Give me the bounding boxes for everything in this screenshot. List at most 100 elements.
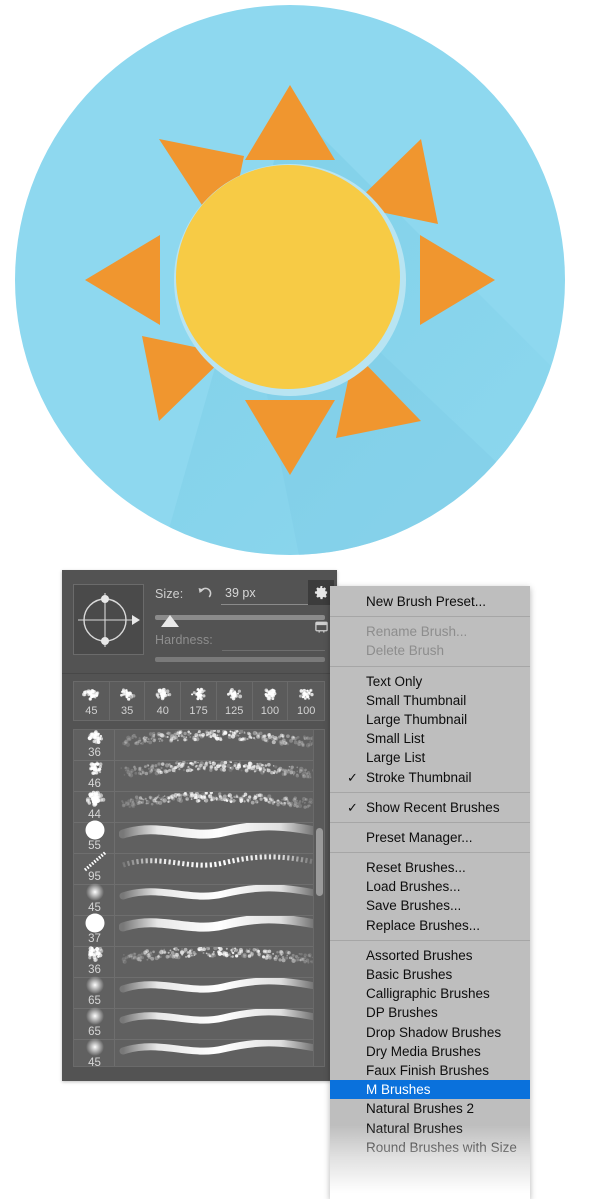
menu-item[interactable]: Calligraphic Brushes xyxy=(330,984,530,1003)
menu-item[interactable]: Assorted Brushes xyxy=(330,946,530,965)
recent-brush-item[interactable]: 125 xyxy=(217,682,253,720)
brush-preset-row[interactable]: 44 xyxy=(74,790,324,823)
recent-brush-size: 40 xyxy=(156,705,169,717)
menu-body: New Brush Preset... Rename Brush... Delete… xyxy=(330,592,530,1157)
menu-item-label: Stroke Thumbnail xyxy=(366,769,472,785)
brush-preset-list[interactable]: 36 46 44 55 95 45 37 36 65 65 45 xyxy=(73,729,325,1067)
brush-preset-row[interactable]: 95 xyxy=(74,850,324,885)
sun-illustration-svg xyxy=(15,5,565,555)
menu-separator xyxy=(330,852,530,854)
brush-tip-angle-preview[interactable] xyxy=(73,584,144,655)
recent-brush-thumbnail xyxy=(186,683,212,705)
menu-item[interactable]: Basic Brushes xyxy=(330,965,530,984)
menu-item-label: Small List xyxy=(366,731,425,747)
recent-brush-item[interactable]: 45 xyxy=(74,682,110,720)
recent-brush-thumbnail xyxy=(293,683,319,705)
menu-item[interactable]: ✓ Show Recent Brushes xyxy=(330,798,530,817)
recent-brush-item[interactable]: 40 xyxy=(145,682,182,720)
brush-list-scrollbar[interactable] xyxy=(313,730,324,1066)
size-value[interactable]: 39 px xyxy=(225,586,256,600)
menu-item[interactable]: Dry Media Brushes xyxy=(330,1042,530,1061)
recent-brush-item[interactable]: 175 xyxy=(181,682,217,720)
brush-stroke-preview xyxy=(119,947,319,972)
menu-item[interactable]: M Brushes xyxy=(330,1080,530,1100)
recent-brush-size: 175 xyxy=(189,705,208,717)
menu-item-label: Basic Brushes xyxy=(366,967,453,982)
sun-core xyxy=(176,165,400,389)
brush-stroke-preview xyxy=(118,916,320,941)
menu-item[interactable]: Large Thumbnail xyxy=(330,710,530,729)
sun-illustration xyxy=(0,0,600,560)
brush-stroke-preview xyxy=(119,761,319,786)
menu-item-label: Natural Brushes xyxy=(366,1120,463,1136)
panel-top-section: Size: 39 px Hardness: xyxy=(62,570,337,674)
recent-brush-item[interactable]: 100 xyxy=(253,682,289,720)
menu-item-label: Assorted Brushes xyxy=(366,947,473,963)
menu-item[interactable]: Large List xyxy=(330,748,530,767)
brush-stroke-preview xyxy=(119,885,319,910)
recent-brush-thumbnail xyxy=(78,683,104,705)
menu-separator xyxy=(330,821,530,823)
recent-brush-size: 125 xyxy=(225,705,244,717)
menu-item[interactable]: Preset Manager... xyxy=(330,828,530,847)
menu-item-label: Replace Brushes... xyxy=(366,917,481,933)
brush-preset-row[interactable]: 65 xyxy=(74,1007,324,1040)
brush-preset-row[interactable]: 55 xyxy=(74,820,324,854)
brush-tip-preview-icon xyxy=(78,593,140,647)
brush-preset-row[interactable]: 45 xyxy=(74,883,324,916)
menu-item[interactable]: Natural Brushes xyxy=(330,1119,530,1138)
brush-thumbnail-cell: 45 xyxy=(74,1038,115,1066)
menu-item[interactable]: Small Thumbnail xyxy=(330,691,530,710)
menu-item[interactable]: Reset Brushes... xyxy=(330,858,530,877)
menu-item: Delete Brush xyxy=(330,641,530,660)
menu-item-label: Delete Brush xyxy=(366,643,445,659)
size-slider-track[interactable] xyxy=(155,615,325,620)
brush-preset-row[interactable]: 37 xyxy=(74,913,324,947)
menu-item[interactable]: Round Brushes with Size xyxy=(330,1138,530,1157)
brush-stroke-cell xyxy=(115,823,324,853)
menu-item-label: Save Brushes... xyxy=(366,898,462,914)
brush-stroke-cell xyxy=(115,885,324,915)
menu-item[interactable]: New Brush Preset... xyxy=(330,592,530,611)
menu-item-label: DP Brushes xyxy=(366,1005,438,1021)
recent-brushes-strip: 45 35 40 175 125 100 100 xyxy=(73,681,325,721)
brush-list-scroll-thumb[interactable] xyxy=(316,828,323,896)
brush-stroke-preview xyxy=(119,854,319,879)
recent-brush-size: 100 xyxy=(260,705,280,717)
size-slider-thumb[interactable] xyxy=(161,615,179,627)
reset-arrow-icon[interactable] xyxy=(197,585,213,601)
menu-item[interactable]: Small List xyxy=(330,729,530,748)
menu-item[interactable]: Save Brushes... xyxy=(330,896,530,915)
brush-stroke-cell xyxy=(115,1009,324,1039)
recent-brush-item[interactable]: 100 xyxy=(288,682,324,720)
recent-brush-thumbnail xyxy=(114,683,140,705)
brush-preset-row[interactable]: 36 xyxy=(74,946,324,978)
hardness-slider-track[interactable] xyxy=(155,657,325,662)
brush-preset-row[interactable]: 65 xyxy=(74,976,324,1009)
brush-preset-row[interactable]: 36 xyxy=(74,730,324,761)
menu-item[interactable]: Replace Brushes... xyxy=(330,916,530,935)
menu-item[interactable]: Natural Brushes 2 xyxy=(330,1099,530,1118)
size-control-row: Size: 39 px xyxy=(155,584,325,606)
menu-item-label: Rename Brush... xyxy=(366,624,468,640)
brush-stroke-cell xyxy=(115,916,324,946)
brush-preset-row[interactable]: 46 xyxy=(74,761,324,792)
hardness-field-underline xyxy=(222,650,325,651)
menu-item-label: Reset Brushes... xyxy=(366,860,466,876)
recent-brush-item[interactable]: 35 xyxy=(110,682,146,720)
menu-item[interactable]: Text Only xyxy=(330,672,530,691)
menu-item-label: Large Thumbnail xyxy=(366,711,468,727)
panel-menu-glyph xyxy=(314,621,328,633)
menu-item[interactable]: DP Brushes xyxy=(330,1003,530,1022)
brush-preset-flyout-menu[interactable]: New Brush Preset... Rename Brush... Delete… xyxy=(330,586,530,1199)
menu-item[interactable]: Load Brushes... xyxy=(330,877,530,896)
menu-separator xyxy=(330,665,530,667)
menu-item-label: Load Brushes... xyxy=(366,879,461,895)
menu-item[interactable]: Drop Shadow Brushes xyxy=(330,1023,530,1042)
menu-item-label: Large List xyxy=(366,750,426,766)
brush-preset-panel: Size: 39 px Hardness: 45 35 40 175 125 1… xyxy=(62,570,337,1081)
menu-item[interactable]: ✓ Stroke Thumbnail xyxy=(330,768,530,787)
menu-item[interactable]: Faux Finish Brushes xyxy=(330,1061,530,1080)
brush-preset-row[interactable]: 45 xyxy=(74,1038,324,1066)
brush-stroke-preview xyxy=(119,730,319,755)
